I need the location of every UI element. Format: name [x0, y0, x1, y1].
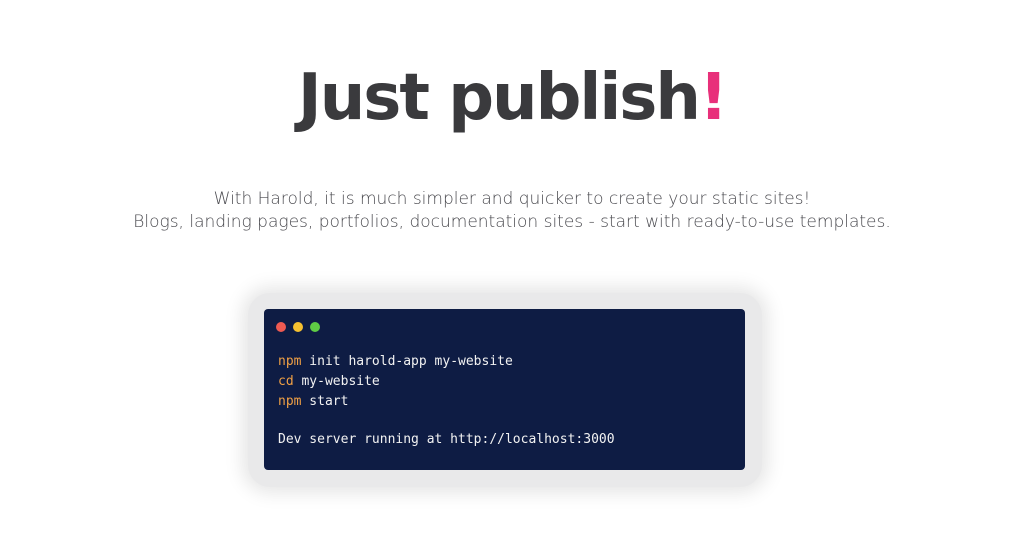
- hero-title-text: Just publish: [297, 61, 701, 135]
- landing-page: Just publish! With Harold, it is much si…: [0, 0, 1024, 538]
- code-line-1: npm init harold-app my-website: [278, 352, 615, 372]
- hero-title: Just publish!: [0, 52, 1024, 144]
- close-dot-icon: [276, 322, 286, 332]
- maximize-dot-icon: [310, 322, 320, 332]
- terminal-code: npm init harold-app my-website cd my-webs…: [278, 352, 615, 450]
- code-command: npm: [278, 394, 302, 409]
- subtitle-line-2: Blogs, landing pages, portfolios, docume…: [133, 212, 891, 232]
- subtitle-line-1: With Harold, it is much simpler and quic…: [213, 189, 811, 209]
- code-args: init harold-app my-website: [301, 354, 513, 369]
- code-output: Dev server running at http://localhost:3…: [278, 432, 615, 447]
- code-line-2: cd my-website: [278, 372, 615, 392]
- terminal-window: npm init harold-app my-website cd my-webs…: [264, 309, 745, 470]
- code-spacer: [278, 412, 615, 430]
- minimize-dot-icon: [293, 322, 303, 332]
- hero-subtitle: With Harold, it is much simpler and quic…: [0, 188, 1024, 234]
- code-args: my-website: [293, 374, 380, 389]
- code-command: cd: [278, 374, 294, 389]
- window-controls: [276, 322, 327, 332]
- hero-title-exclamation: !: [698, 61, 728, 135]
- code-args: start: [301, 394, 349, 409]
- code-line-3: npm start: [278, 392, 615, 412]
- code-command: npm: [278, 354, 302, 369]
